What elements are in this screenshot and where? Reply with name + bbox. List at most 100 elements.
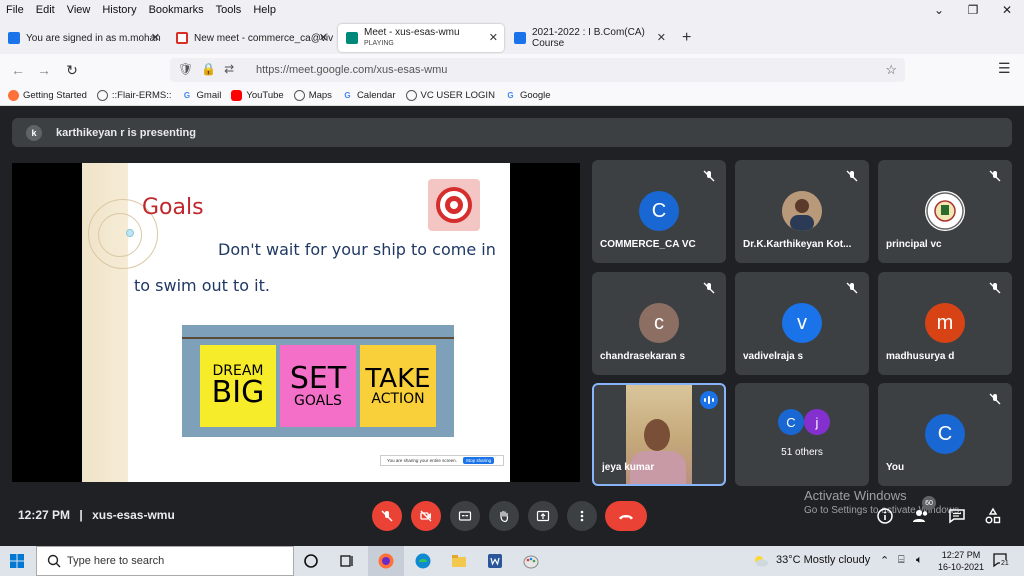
tab-meet-active[interactable]: Meet - xus-esas-wmu PLAYING ✕ <box>338 24 504 52</box>
participant-tile[interactable]: c chandrasekaran s <box>592 272 726 375</box>
menu-file[interactable]: File <box>6 4 24 16</box>
presentation-stage[interactable]: Goals Don't wait for your ship to come i… <box>12 163 580 482</box>
menu-help[interactable]: Help <box>253 4 276 16</box>
menu-bookmarks[interactable]: Bookmarks <box>149 4 204 16</box>
minimize-button[interactable]: ⌄ <box>922 0 956 20</box>
taskbar-clock[interactable]: 12:27 PM 16-10-2021 <box>938 549 984 573</box>
participant-tile[interactable]: v vadivelraja s <box>735 272 869 375</box>
presenter-avatar: k <box>26 124 42 141</box>
bookmark-calendar[interactable]: G Calendar <box>342 90 395 101</box>
bookmark-gmail[interactable]: G Gmail <box>182 90 221 101</box>
participant-name: COMMERCE_CA VC <box>600 239 696 250</box>
notification-center-button[interactable]: 21 <box>992 552 1012 570</box>
task-view-icon[interactable] <box>338 552 356 570</box>
note-set-goals: SET GOALS <box>280 345 356 427</box>
bookmark-label: YouTube <box>246 90 284 101</box>
others-count: 51 others <box>781 447 823 458</box>
others-tile[interactable]: C j 51 others <box>735 383 869 486</box>
cortana-icon[interactable] <box>302 552 320 570</box>
bookmark-getting-started[interactable]: Getting Started <box>8 90 87 101</box>
tab-new-meet[interactable]: New meet - commerce_ca@viv ✕ <box>168 24 334 52</box>
notification-count: 21 <box>1000 560 1010 567</box>
raise-hand-button[interactable] <box>489 501 519 531</box>
bookmark-maps[interactable]: Maps <box>293 90 332 101</box>
menu-tools[interactable]: Tools <box>216 4 242 16</box>
leave-call-button[interactable] <box>605 501 647 531</box>
participant-avatar: c <box>639 303 679 343</box>
url-bar[interactable]: 🛡🔒⇄ https://meet.google.com/xus-esas-wmu… <box>170 58 905 82</box>
bookmark-star-icon[interactable]: ☆ <box>885 62 897 78</box>
participant-tile[interactable]: principal vc <box>878 160 1012 263</box>
menu-view[interactable]: View <box>67 4 91 16</box>
hang-up-icon <box>619 515 633 520</box>
tab-course[interactable]: 2021-2022 : I B.Com(CA) Course ✕ <box>506 24 672 52</box>
edge-icon[interactable] <box>414 552 432 570</box>
participant-tile[interactable]: C COMMERCE_CA VC <box>592 160 726 263</box>
captions-button[interactable] <box>450 501 480 531</box>
slide-quote-line2: to swim out to it. <box>134 276 270 295</box>
tab-playing-label: PLAYING <box>364 40 394 47</box>
taskbar-search-box[interactable]: Type here to search <box>36 546 294 576</box>
nav-bar: ← → ↻ 🛡🔒⇄ https://meet.google.com/xus-es… <box>0 54 1024 86</box>
more-options-button[interactable] <box>567 501 597 531</box>
present-screen-button[interactable] <box>528 501 558 531</box>
close-tab-icon[interactable]: ✕ <box>657 31 666 44</box>
file-explorer-icon[interactable] <box>450 552 468 570</box>
menu-bar: File Edit View History Bookmarks Tools H… <box>0 0 1024 20</box>
close-window-button[interactable]: ✕ <box>990 0 1024 20</box>
new-tab-button[interactable]: + <box>682 29 691 47</box>
clock-date: 16-10-2021 <box>938 562 985 572</box>
participant-avatar: m <box>925 303 965 343</box>
weather-cloud-icon[interactable] <box>752 552 770 570</box>
site-info-icons[interactable]: 🛡🔒⇄ <box>178 62 242 76</box>
back-icon[interactable]: ← <box>10 62 26 78</box>
windows-start-icon[interactable] <box>10 554 24 568</box>
bookmarks-bar: Getting Started ::Flair-ERMS:: G Gmail Yo… <box>0 86 1024 106</box>
taskbar-firefox-active[interactable] <box>368 546 404 576</box>
bookmark-label: VC USER LOGIN <box>420 90 495 101</box>
reload-icon[interactable]: ↻ <box>64 62 80 79</box>
bookmark-flair-erms[interactable]: ::Flair-ERMS:: <box>96 90 172 101</box>
screen-sharing-bar: You are sharing your entire screen. Stop… <box>380 455 504 466</box>
participant-tile-speaking[interactable]: jeya kumar <box>592 383 726 486</box>
close-tab-icon[interactable]: ✕ <box>151 31 160 44</box>
menu-edit[interactable]: Edit <box>36 4 55 16</box>
close-tab-icon[interactable]: ✕ <box>489 31 498 44</box>
close-tab-icon[interactable]: ✕ <box>319 31 328 44</box>
firefox-icon <box>378 553 394 569</box>
participant-tile[interactable]: Dr.K.Karthikeyan Kot... <box>735 160 869 263</box>
gmail-icon <box>176 32 188 44</box>
stop-sharing-button[interactable]: Stop sharing <box>462 457 495 464</box>
tab-title: New meet - commerce_ca@viv <box>194 32 334 44</box>
camera-toggle-button[interactable] <box>411 501 441 531</box>
bookmark-label: Google <box>519 90 551 101</box>
volume-icon[interactable]: 🔈︎ <box>916 554 923 567</box>
app-menu-icon[interactable]: ☰ <box>998 60 1011 77</box>
hand-icon <box>500 510 509 523</box>
forward-icon[interactable]: → <box>36 62 52 78</box>
mic-toggle-button[interactable] <box>372 501 402 531</box>
bookmark-google[interactable]: G Google <box>505 90 551 101</box>
restore-button[interactable]: ❐ <box>956 0 990 20</box>
menu-history[interactable]: History <box>102 4 136 16</box>
participant-name: chandrasekaran s <box>600 351 686 362</box>
bookmark-vc-user-login[interactable]: VC USER LOGIN <box>405 90 495 101</box>
weather-text[interactable]: 33°C Mostly cloudy <box>776 554 870 566</box>
bookmark-youtube[interactable]: YouTube <box>231 90 284 101</box>
chat-icon[interactable] <box>948 507 966 525</box>
activities-icon[interactable] <box>984 507 1002 525</box>
slide: Goals Don't wait for your ship to come i… <box>82 163 510 482</box>
paint-icon[interactable] <box>522 552 540 570</box>
participant-tile[interactable]: m madhusurya d <box>878 272 1012 375</box>
show-hidden-icons[interactable]: ⌃ <box>880 554 889 567</box>
meeting-info: 12:27 PM | xus-esas-wmu <box>18 508 175 522</box>
meeting-details-icon[interactable] <box>876 507 894 525</box>
clock-time: 12:27 PM <box>941 550 981 560</box>
tab-signed-in[interactable]: You are signed in as m.mohan ✕ <box>0 24 166 52</box>
word-icon[interactable] <box>486 552 504 570</box>
network-icon[interactable]: ⌸ <box>898 554 905 567</box>
self-tile[interactable]: C You <box>878 383 1012 486</box>
mic-off-icon <box>381 510 393 522</box>
participant-count-badge: 60 <box>922 496 936 510</box>
video-person-head <box>644 419 670 451</box>
